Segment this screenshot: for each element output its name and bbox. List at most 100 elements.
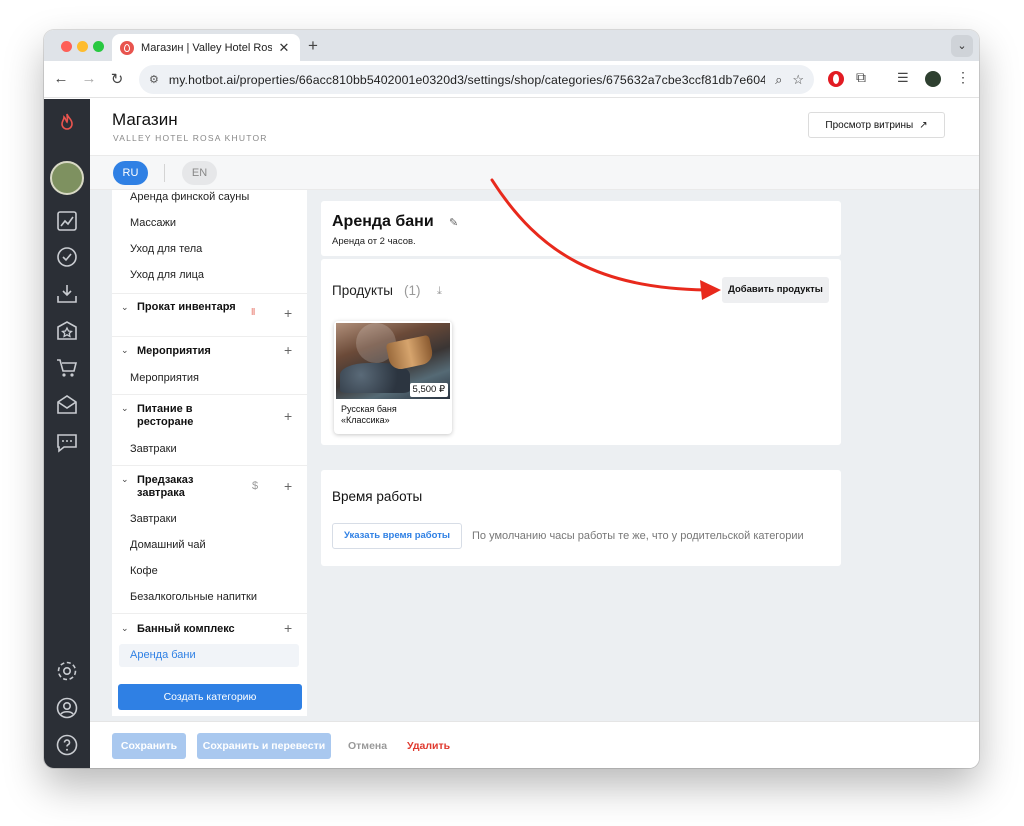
site-settings-icon[interactable]: ⚙: [149, 73, 159, 86]
divider: [112, 394, 307, 395]
tab-search-chevron-icon[interactable]: ⌄: [951, 35, 973, 57]
category-group-label[interactable]: Питание в ресторане: [137, 403, 227, 429]
save-button[interactable]: Сохранить: [112, 733, 186, 759]
tab-strip: Магазин | Valley Hotel Rosa K ✕ + ⌄: [44, 30, 979, 61]
download-icon[interactable]: ⤓: [437, 285, 442, 298]
lang-ru-button[interactable]: RU: [113, 161, 148, 185]
add-subcategory-icon[interactable]: +: [284, 408, 292, 424]
paused-status-icon: II: [251, 307, 255, 318]
products-count: (1): [404, 283, 421, 298]
analytics-chart-icon[interactable]: [55, 209, 79, 233]
external-arrow-icon: ↗: [919, 119, 928, 131]
working-hours-heading: Время работы: [332, 489, 423, 504]
zoom-icon[interactable]: ⌕: [775, 72, 782, 88]
hotbot-favicon-icon: [120, 40, 134, 55]
category-item[interactable]: Массажи: [130, 217, 176, 229]
reload-icon[interactable]: ↻: [108, 70, 126, 88]
category-item[interactable]: Мероприятия: [130, 372, 199, 384]
chevron-down-icon[interactable]: ⌄: [121, 474, 129, 485]
forward-arrow-icon[interactable]: →: [80, 70, 98, 87]
language-switcher: RU EN: [90, 155, 979, 190]
page-title: Магазин: [112, 110, 178, 129]
browser-menu-icon[interactable]: ⋮: [956, 69, 972, 85]
storefront-preview-button[interactable]: Просмотр витрины ↗: [808, 112, 945, 138]
add-products-button[interactable]: Добавить продукты: [722, 277, 829, 303]
category-group-label[interactable]: Предзаказ завтрака: [137, 474, 227, 500]
category-item[interactable]: Завтраки: [130, 443, 177, 455]
lang-en-button[interactable]: EN: [182, 161, 217, 185]
tasks-check-icon[interactable]: [55, 245, 79, 269]
category-item[interactable]: Аренда финской сауны: [130, 191, 249, 203]
category-item[interactable]: Кофе: [130, 565, 158, 577]
product-price: 5,500 ₽: [409, 383, 448, 397]
bookmark-star-icon[interactable]: ☆: [792, 72, 804, 88]
create-category-button[interactable]: Создать категорию: [118, 684, 302, 710]
browser-tab-active[interactable]: Магазин | Valley Hotel Rosa K ✕: [112, 34, 300, 61]
category-item-selected[interactable]: Аренда бани: [130, 649, 196, 661]
chevron-down-icon[interactable]: ⌄: [121, 345, 129, 356]
working-hours-note: По умолчанию часы работы те же, что у ро…: [472, 530, 804, 542]
profile-avatar[interactable]: [925, 71, 941, 87]
chat-bubble-icon[interactable]: [55, 430, 79, 454]
product-card[interactable]: 5,500 ₽ Русская баня «Классика»: [334, 321, 452, 434]
minimize-window-button[interactable]: [77, 41, 88, 52]
hotbot-logo-icon[interactable]: [55, 111, 79, 135]
add-subcategory-icon[interactable]: +: [284, 342, 292, 358]
category-item[interactable]: Завтраки: [130, 513, 177, 525]
divider: [112, 465, 307, 466]
divider: [112, 336, 307, 337]
app-nav-rail: [44, 99, 90, 768]
url-bar[interactable]: ⚙ my.hotbot.ai/properties/66acc810bb5402…: [139, 65, 814, 94]
category-item[interactable]: Безалкогольные напитки: [130, 591, 257, 603]
category-item[interactable]: Домашний чай: [130, 539, 206, 551]
category-description: Аренда от 2 часов.: [332, 236, 416, 247]
page-subtitle: VALLEY HOTEL ROSA KHUTOR: [113, 133, 268, 143]
tab-title: Магазин | Valley Hotel Rosa K: [141, 41, 272, 54]
category-group-label[interactable]: Банный комплекс: [137, 623, 235, 636]
close-window-button[interactable]: [61, 41, 72, 52]
zoom-window-button[interactable]: [93, 41, 104, 52]
settings-gear-icon[interactable]: [55, 659, 79, 683]
extensions-puzzle-icon[interactable]: ⧉: [856, 69, 872, 85]
delete-button[interactable]: Удалить: [407, 740, 450, 752]
category-tree: Аренда финской сауны Массажи Уход для те…: [112, 190, 307, 716]
set-working-hours-button[interactable]: Указать время работы: [332, 523, 462, 549]
category-group-label[interactable]: Мероприятия: [137, 345, 211, 358]
working-hours-card: Время работы Указать время работы По умо…: [321, 470, 841, 566]
app-main: Магазин VALLEY HOTEL ROSA KHUTOR Просмот…: [90, 99, 979, 768]
mailing-envelope-icon[interactable]: [55, 393, 79, 417]
shop-cart-icon[interactable]: [55, 356, 79, 380]
browser-window: Магазин | Valley Hotel Rosa K ✕ + ⌄ ← → …: [44, 30, 979, 768]
category-item[interactable]: Уход для лица: [130, 269, 204, 281]
add-subcategory-icon[interactable]: +: [284, 305, 292, 321]
product-name: Русская баня «Классика»: [341, 404, 397, 425]
tab-close-icon[interactable]: ✕: [276, 40, 292, 56]
divider: [112, 613, 307, 614]
save-and-translate-button[interactable]: Сохранить и перевести: [197, 733, 331, 759]
user-profile-icon[interactable]: [55, 696, 79, 720]
add-subcategory-icon[interactable]: +: [284, 478, 292, 494]
cancel-button[interactable]: Отмена: [348, 740, 387, 752]
back-arrow-icon[interactable]: ←: [52, 70, 70, 87]
category-title: Аренда бани: [332, 213, 434, 230]
loyalty-star-icon[interactable]: [55, 319, 79, 343]
reading-list-icon[interactable]: ☰: [897, 70, 913, 86]
opera-extension-icon[interactable]: [828, 71, 844, 87]
property-avatar[interactable]: [50, 161, 84, 195]
chevron-down-icon[interactable]: ⌄: [121, 302, 129, 313]
products-card: Продукты (1) ⤓ Добавить продукты 5,500 ₽…: [321, 259, 841, 445]
help-question-icon[interactable]: [55, 733, 79, 757]
chevron-down-icon[interactable]: ⌄: [121, 403, 129, 414]
products-heading: Продукты: [332, 283, 393, 298]
divider: [112, 293, 307, 294]
category-group-label[interactable]: Прокат инвентаря: [137, 301, 237, 314]
lang-divider: [164, 164, 165, 182]
chevron-down-icon[interactable]: ⌄: [121, 623, 129, 634]
storefront-preview-label: Просмотр витрины: [825, 119, 914, 131]
new-tab-button[interactable]: +: [308, 36, 318, 56]
category-item[interactable]: Уход для тела: [130, 243, 202, 255]
pencil-edit-icon[interactable]: ✎: [449, 216, 458, 229]
add-subcategory-icon[interactable]: +: [284, 620, 292, 636]
inbox-download-icon[interactable]: [55, 282, 79, 306]
url-text[interactable]: my.hotbot.ai/properties/66acc810bb540200…: [169, 73, 765, 87]
